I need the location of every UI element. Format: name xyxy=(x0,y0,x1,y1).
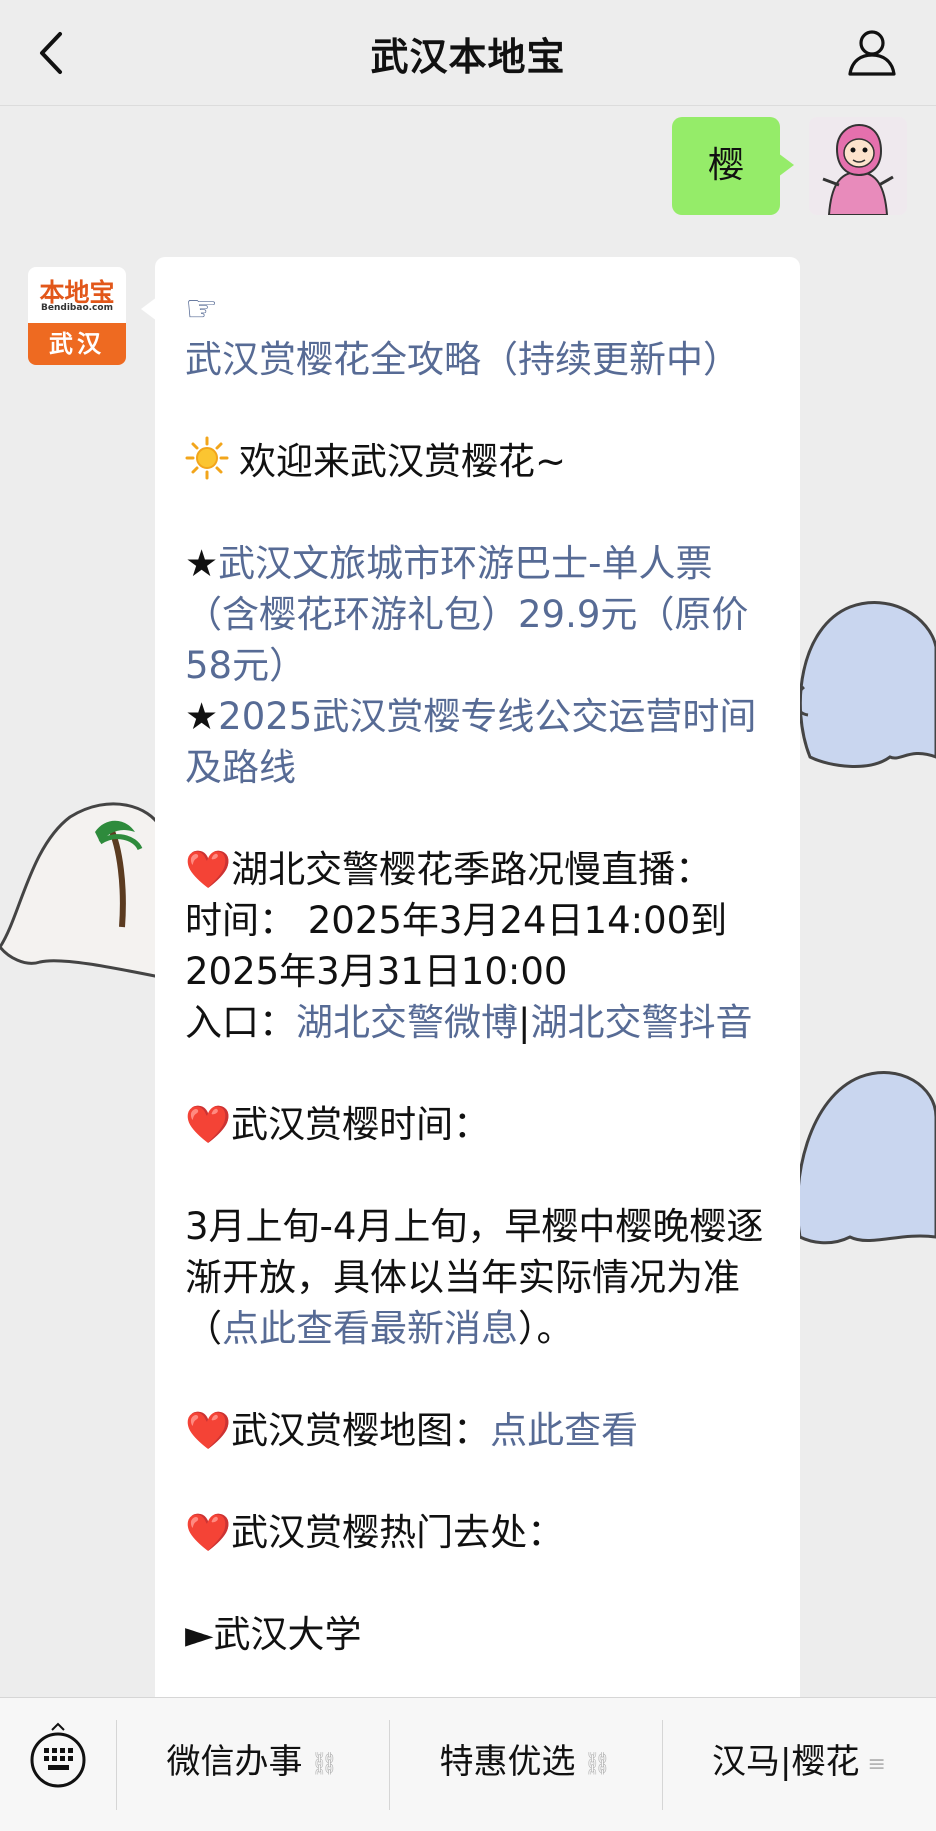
link-separator: | xyxy=(518,1001,531,1044)
traffic-entry-label: 入口： xyxy=(185,1001,296,1044)
user-message-bubble[interactable]: 樱 xyxy=(672,117,794,215)
traffic-heading-line: ❤️湖北交警樱花季路况慢直播： xyxy=(185,844,770,895)
chat-area[interactable]: 樱 本地宝 Bendibao.com 武汉 ☞ 武汉赏樱花全攻略（持续更新中） 欢… xyxy=(0,107,936,1697)
person-icon xyxy=(848,30,896,76)
avatar-brand-sub: Bendibao.com xyxy=(41,303,113,313)
bot-message-bubble: ☞武汉赏樱花全攻略（持续更新中） 欢迎来武汉赏樱花~ ★武汉文旅城市环游巴士-单… xyxy=(141,257,800,1697)
profile-button[interactable] xyxy=(846,26,898,78)
heart-icon: ❤️ xyxy=(185,1511,232,1554)
keyboard-toggle-button[interactable] xyxy=(0,1698,116,1831)
heart-icon: ❤️ xyxy=(185,848,232,891)
hot-heading-line: ❤️武汉赏樱热门去处： xyxy=(185,1507,770,1558)
link-icon: ⛓ xyxy=(310,1752,339,1777)
traffic-heading: 湖北交警樱花季路况慢直播： xyxy=(231,848,713,891)
latest-news-link[interactable]: 点此查看最新消息 xyxy=(222,1307,518,1350)
avatar-brand-text: 本地宝 xyxy=(39,278,115,307)
bus-ticket-link-text: 武汉文旅城市环游巴士-单人票（含樱花环游礼包）29.9元 xyxy=(185,542,713,636)
menu-lines-icon: ≡ xyxy=(867,1752,886,1777)
bus-ticket-line: ★武汉文旅城市环游巴士-单人票（含樱花环游礼包）29.9元（原价 58元） xyxy=(185,538,770,691)
user-message-text: 樱 xyxy=(707,145,744,186)
sticker-deco-left xyxy=(0,802,160,979)
heart-icon: ❤️ xyxy=(185,1103,232,1146)
map-link[interactable]: 点此查看 xyxy=(490,1409,638,1452)
menu-item-label: 特惠优选 xyxy=(439,1742,576,1782)
account-menu-bar: 微信办事 ⛓ 特惠优选 ⛓ 汉马|樱花 ≡ xyxy=(0,1697,936,1831)
welcome-line: 欢迎来武汉赏樱花~ xyxy=(185,436,770,487)
keyboard-icon xyxy=(30,1722,86,1788)
link-icon: ⛓ xyxy=(583,1752,612,1777)
chat-title: 武汉本地宝 xyxy=(370,35,566,79)
weibo-link[interactable]: 湖北交警微博 xyxy=(296,1001,518,1044)
hot-first-line: ►武汉大学 xyxy=(185,1609,770,1660)
time-heading-line: ❤️武汉赏樱时间： xyxy=(185,1099,770,1150)
traffic-entry-line: 入口：湖北交警微博|湖北交警抖音 xyxy=(185,997,770,1048)
heart-icon: ❤️ xyxy=(185,1409,232,1452)
avatar-city-text: 武汉 xyxy=(28,323,126,365)
guide-link[interactable]: 武汉赏樱花全攻略（持续更新中） xyxy=(185,338,740,381)
sun-icon xyxy=(185,436,229,480)
triangle-pointer-icon: ► xyxy=(185,1613,214,1656)
guide-line: ☞ 武汉赏樱花全攻略（持续更新中） xyxy=(185,283,770,385)
traffic-time: 时间： 2025年3月24日14:00到2025年3月31日10:00 xyxy=(185,899,728,993)
hot-first: 武汉大学 xyxy=(213,1613,362,1656)
user-avatar[interactable] xyxy=(809,117,907,215)
douyin-link[interactable]: 湖北交警抖音 xyxy=(530,1001,752,1044)
menu-item-marathon-sakura[interactable]: 汉马|樱花 ≡ xyxy=(662,1698,936,1831)
time-tail: ）。 xyxy=(518,1307,574,1350)
map-heading: 武汉赏樱地图： xyxy=(231,1409,491,1452)
chat-header: 武汉本地宝 xyxy=(0,0,936,106)
menu-item-label: 微信办事 xyxy=(166,1742,303,1782)
welcome-text: 欢迎来武汉赏樱花~ xyxy=(239,440,567,483)
star-icon: ★ xyxy=(185,695,219,738)
sticker-deco-right-top xyxy=(794,601,936,768)
menu-item-special-offers[interactable]: 特惠优选 ⛓ xyxy=(389,1698,662,1831)
bot-message-text: ☞武汉赏樱花全攻略（持续更新中） 欢迎来武汉赏樱花~ ★武汉文旅城市环游巴士-单… xyxy=(185,283,770,1660)
sticker-deco-right-bottom xyxy=(796,1071,936,1245)
time-body-line: 3月上旬-4月上旬，早樱中樱晚樱逐渐开放，具体以当年实际情况为准（点此查看最新消… xyxy=(185,1201,770,1354)
star-icon: ★ xyxy=(185,542,219,585)
time-heading: 武汉赏樱时间： xyxy=(231,1103,491,1146)
menu-item-label: 汉马|樱花 xyxy=(712,1742,860,1782)
map-line: ❤️武汉赏樱地图：点此查看 xyxy=(185,1405,770,1456)
pointing-hand-icon: ☞ xyxy=(185,287,219,330)
official-account-avatar[interactable]: 本地宝 Bendibao.com 武汉 xyxy=(28,267,126,365)
bus-route-line: ★2025武汉赏樱专线公交运营时间及路线 xyxy=(185,691,770,793)
menu-item-wechat-service[interactable]: 微信办事 ⛓ xyxy=(116,1698,389,1831)
cartoon-avatar-icon xyxy=(809,117,907,215)
bus-ticket-link[interactable]: 武汉文旅城市环游巴士-单人票（含樱花环游礼包）29.9元（原价 58元） xyxy=(185,542,748,687)
hot-heading: 武汉赏樱热门去处： xyxy=(231,1511,565,1554)
bus-route-link[interactable]: 2025武汉赏樱专线公交运营时间及路线 xyxy=(185,695,756,789)
